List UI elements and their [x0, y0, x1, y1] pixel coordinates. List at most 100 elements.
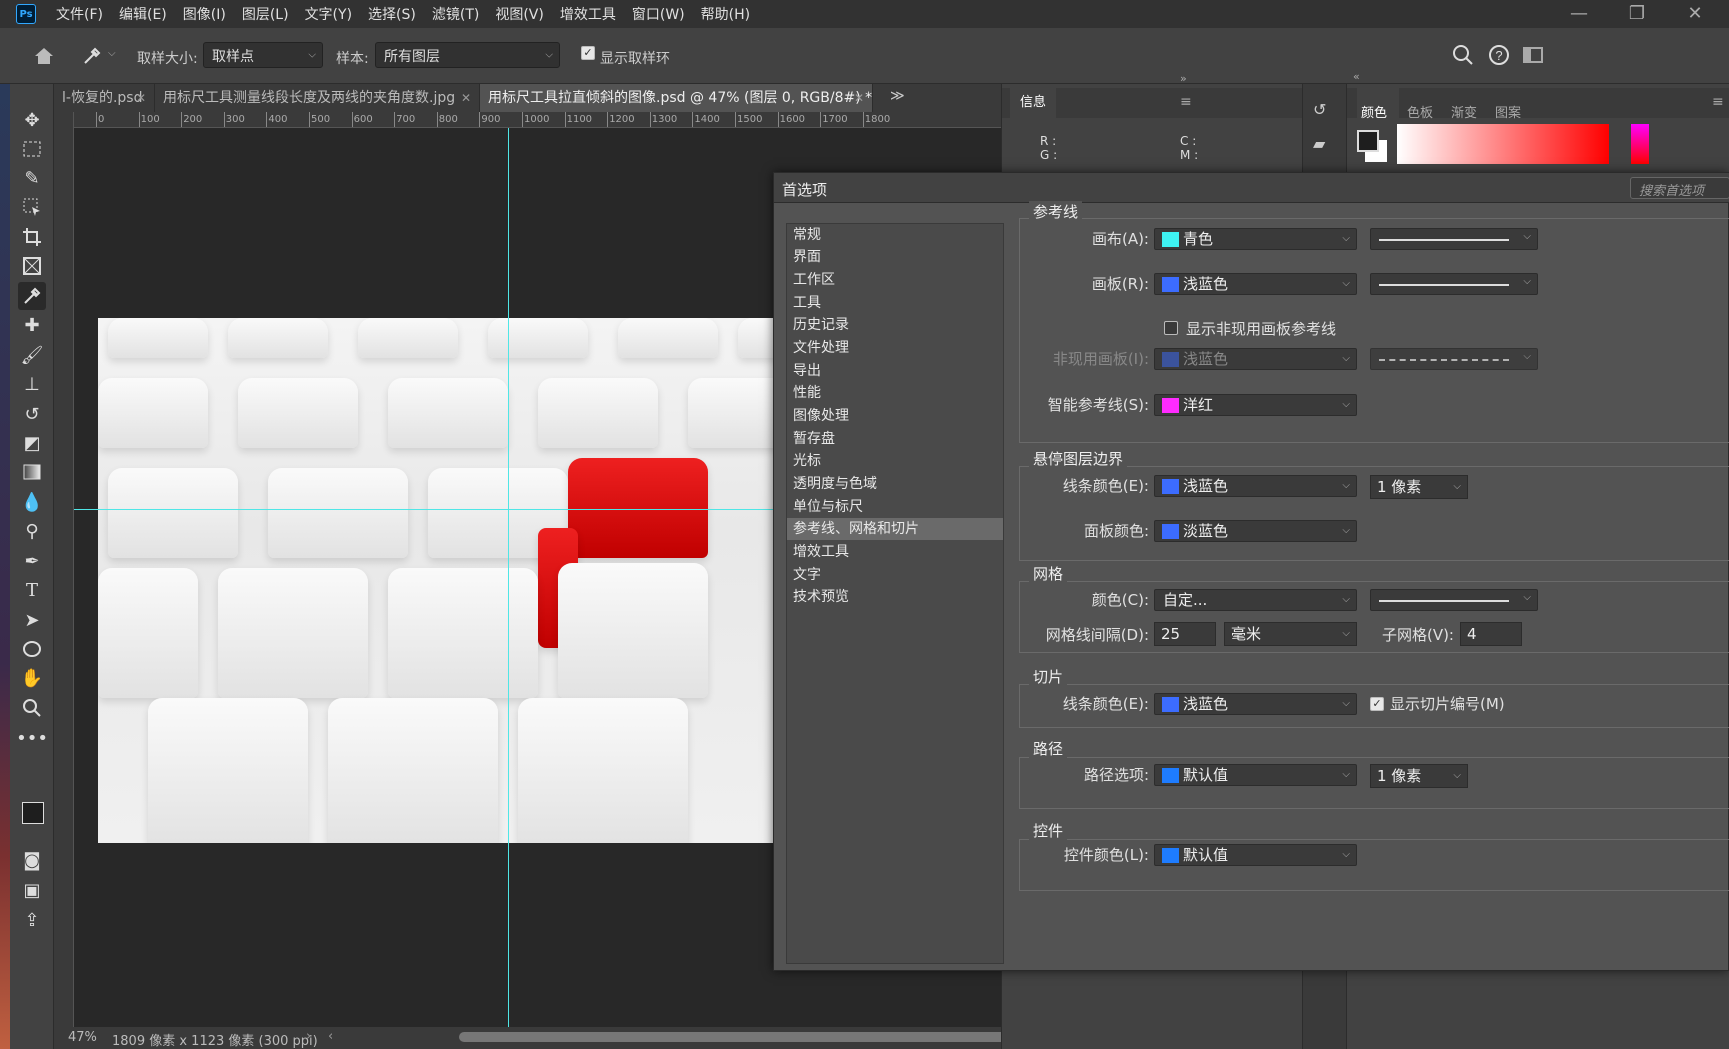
close-icon[interactable]: ✕: [1667, 0, 1723, 28]
history-brush-icon[interactable]: ↺: [18, 400, 46, 428]
menu-edit[interactable]: 编辑(E): [111, 4, 175, 24]
marquee-icon[interactable]: [18, 135, 46, 163]
expand-icon[interactable]: «: [1353, 70, 1360, 83]
gridline-spacing-input[interactable]: 25: [1154, 622, 1216, 646]
more-icon[interactable]: •••: [16, 724, 48, 752]
type-icon[interactable]: T: [18, 576, 46, 604]
sample-size-dropdown[interactable]: 取样点 ⌵: [203, 42, 323, 68]
nav-item-units-rulers[interactable]: 单位与标尺: [787, 496, 1003, 518]
nav-item-performance[interactable]: 性能: [787, 382, 1003, 404]
show-ring-checkbox[interactable]: ✓: [581, 46, 595, 60]
scroll-left-icon[interactable]: ‹: [328, 1029, 333, 1044]
artboard-guide-style-select[interactable]: ⌵: [1370, 273, 1538, 295]
nav-item-type[interactable]: 文字: [787, 564, 1003, 586]
nav-item-export[interactable]: 导出: [787, 360, 1003, 382]
tab-straighten-psd[interactable]: 用标尺工具拉直倾斜的图像.psd @ 47% (图层 0, RGB/8#) * ✕: [480, 84, 873, 112]
menu-help[interactable]: 帮助(H): [693, 4, 758, 24]
slice-line-color-select[interactable]: 浅蓝色 ⌵: [1154, 693, 1357, 715]
close-tab-icon[interactable]: ✕: [854, 84, 864, 112]
close-tab-icon[interactable]: ✕: [461, 84, 471, 112]
brush-icon[interactable]: 🖌: [18, 341, 46, 369]
eraser-icon[interactable]: ◩: [18, 429, 46, 457]
collapse-icon[interactable]: »: [1180, 72, 1187, 85]
quick-select-icon[interactable]: ✎: [18, 164, 46, 192]
tab-gradients[interactable]: 渐变: [1451, 102, 1477, 121]
crop-icon[interactable]: [18, 223, 46, 251]
nav-item-guides-grid-slices[interactable]: 参考线、网格和切片: [787, 518, 1003, 540]
menu-image[interactable]: 图像(I): [175, 4, 234, 24]
dodge-icon[interactable]: ⚲: [18, 517, 46, 545]
tab-color[interactable]: 颜色: [1361, 102, 1387, 121]
quick-mask-icon[interactable]: ◙: [18, 846, 46, 874]
horizontal-scrollbar[interactable]: [459, 1032, 1024, 1042]
nav-item-file-handling[interactable]: 文件处理: [787, 337, 1003, 359]
menu-select[interactable]: 选择(S): [360, 4, 424, 24]
restore-icon[interactable]: ❐: [1609, 0, 1665, 28]
gradient-icon[interactable]: [18, 458, 46, 486]
foreground-color-swatch[interactable]: [22, 802, 44, 824]
tab-restored-psd[interactable]: l-恢复的.psd ✕: [54, 84, 155, 112]
screen-mode-icon[interactable]: ▣: [18, 876, 46, 904]
search-icon[interactable]: [1450, 42, 1476, 68]
hover-line-color-select[interactable]: 浅蓝色 ⌵: [1154, 475, 1357, 497]
panel-menu-icon[interactable]: ≡: [1712, 94, 1724, 110]
healing-icon[interactable]: ✚: [18, 311, 46, 339]
foreground-color-swatch[interactable]: [1357, 130, 1379, 152]
nav-item-interface[interactable]: 界面: [787, 246, 1003, 268]
nav-item-workspace[interactable]: 工作区: [787, 269, 1003, 291]
nav-item-history[interactable]: 历史记录: [787, 314, 1003, 336]
tab-swatches[interactable]: 色板: [1407, 102, 1433, 121]
smart-guides-color-select[interactable]: 洋红 ⌵: [1154, 394, 1357, 416]
hue-slider[interactable]: [1631, 124, 1649, 164]
menu-type[interactable]: 文字(Y): [297, 4, 360, 24]
ellipse-icon[interactable]: [18, 635, 46, 663]
blur-icon[interactable]: 💧: [18, 488, 46, 516]
frame-icon[interactable]: [18, 252, 46, 280]
search-preferences-input[interactable]: 搜索首选项: [1630, 177, 1729, 199]
tab-measure-jpg[interactable]: 用标尺工具测量线段长度及两线的夹角度数.jpg ✕: [155, 84, 480, 112]
close-tab-icon[interactable]: ✕: [136, 84, 146, 112]
gridline-unit-select[interactable]: 毫米 ⌵: [1224, 622, 1357, 646]
chevron-down-icon[interactable]: ⌵: [108, 48, 116, 59]
grid-style-select[interactable]: ⌵: [1370, 589, 1538, 611]
minimize-icon[interactable]: —: [1551, 0, 1607, 28]
path-width-select[interactable]: 1 像素 ⌵: [1370, 764, 1468, 788]
hand-icon[interactable]: ✋: [18, 664, 46, 692]
tab-info[interactable]: 信息: [1010, 88, 1056, 118]
menu-layer[interactable]: 图层(L): [234, 4, 297, 24]
show-slice-numbers-checkbox[interactable]: ✓: [1370, 697, 1384, 711]
menu-view[interactable]: 视图(V): [487, 4, 552, 24]
tab-overflow-icon[interactable]: ≫: [890, 88, 905, 104]
share-icon[interactable]: ⇪: [18, 906, 46, 934]
nav-item-tech-preview[interactable]: 技术预览: [787, 586, 1003, 608]
comments-panel-icon[interactable]: ▰: [1313, 134, 1337, 158]
panel-menu-icon[interactable]: ≡: [1180, 94, 1192, 110]
eyedropper-icon[interactable]: [18, 282, 46, 310]
control-color-select[interactable]: 默认值 ⌵: [1154, 844, 1357, 866]
hover-line-width-select[interactable]: 1 像素 ⌵: [1370, 475, 1468, 499]
stamp-icon[interactable]: ⊥: [18, 370, 46, 398]
panel-color-select[interactable]: 淡蓝色 ⌵: [1154, 520, 1357, 542]
menu-plugins[interactable]: 增效工具: [552, 4, 624, 24]
chevron-right-icon[interactable]: ›: [306, 1029, 311, 1044]
menu-window[interactable]: 窗口(W): [624, 4, 693, 24]
nav-item-cursors[interactable]: 光标: [787, 450, 1003, 472]
help-icon[interactable]: ?: [1486, 42, 1512, 68]
show-inactive-guides-checkbox[interactable]: [1164, 321, 1178, 335]
nav-item-image-processing[interactable]: 图像处理: [787, 405, 1003, 427]
eyedropper-tool-preset-icon[interactable]: [78, 42, 106, 70]
zoom-icon[interactable]: [18, 694, 46, 722]
nav-item-scratch-disks[interactable]: 暂存盘: [787, 428, 1003, 450]
nav-item-transparency[interactable]: 透明度与色域: [787, 473, 1003, 495]
grid-color-select[interactable]: 自定... ⌵: [1154, 589, 1357, 611]
pen-icon[interactable]: ✒: [18, 547, 46, 575]
menu-file[interactable]: 文件(F): [48, 4, 111, 24]
nav-item-plugins[interactable]: 增效工具: [787, 541, 1003, 563]
nav-item-general[interactable]: 常规: [787, 224, 1003, 246]
artboard-guide-color-select[interactable]: 浅蓝色 ⌵: [1154, 273, 1357, 295]
home-icon[interactable]: [30, 42, 58, 70]
sample-dropdown[interactable]: 所有图层 ⌵: [375, 42, 560, 68]
vertical-guide[interactable]: [508, 128, 509, 1027]
subdivisions-input[interactable]: 4: [1460, 622, 1522, 646]
move-icon[interactable]: ✥: [18, 106, 46, 134]
